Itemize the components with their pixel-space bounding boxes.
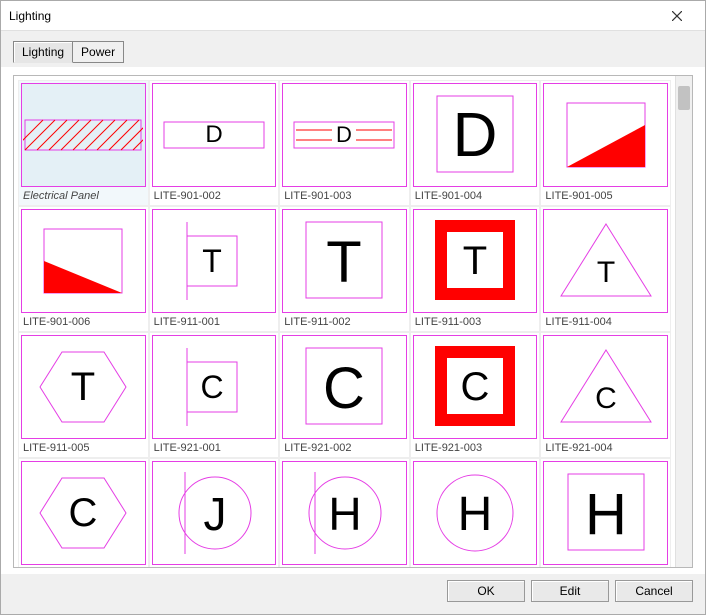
svg-text:D: D (337, 122, 353, 147)
symbol-cell[interactable]: C LITE-921-002 (279, 332, 410, 458)
svg-text:H: H (329, 488, 362, 540)
symbol-thumb: D (413, 83, 538, 187)
symbol-label: Electrical Panel (21, 189, 146, 203)
symbol-cell[interactable]: C LITE-921-005 (18, 458, 149, 567)
svg-text:T: T (463, 239, 487, 283)
svg-text:C: C (69, 491, 98, 535)
symbol-label: LITE-901-003 (282, 189, 407, 203)
symbol-cell[interactable]: H LITE-931-003 (410, 458, 541, 567)
symbol-thumb: C (21, 461, 146, 565)
vertical-scrollbar[interactable] (675, 76, 692, 567)
symbol-label: LITE-921-004 (543, 441, 668, 455)
symbol-grid: Electrical Panel D LITE-901-002 D LITE-9… (18, 80, 671, 567)
symbol-cell[interactable]: T LITE-911-001 (149, 206, 280, 332)
symbol-cell[interactable]: LITE-901-006 (18, 206, 149, 332)
titlebar: Lighting (1, 1, 705, 31)
symbol-thumb: C (543, 335, 668, 439)
symbol-cell[interactable]: H LITE-931-002 (279, 458, 410, 567)
symbol-cell[interactable]: C LITE-921-004 (540, 332, 671, 458)
grid-wrap: Electrical Panel D LITE-901-002 D LITE-9… (14, 76, 675, 567)
symbol-thumb: T (413, 209, 538, 313)
window-title: Lighting (9, 9, 657, 23)
symbol-thumb: C (152, 335, 277, 439)
symbol-thumb: C (282, 335, 407, 439)
symbol-thumb (543, 83, 668, 187)
symbol-label: LITE-911-005 (21, 441, 146, 455)
symbol-thumb: D (282, 83, 407, 187)
tab-strip: Lighting Power (1, 31, 705, 67)
svg-text:T: T (597, 256, 615, 289)
symbol-gallery: Electrical Panel D LITE-901-002 D LITE-9… (13, 75, 693, 568)
symbol-label: LITE-911-002 (282, 315, 407, 329)
svg-text:H: H (458, 488, 493, 541)
symbol-label: LITE-911-003 (413, 315, 538, 329)
close-icon (672, 11, 682, 21)
symbol-thumb: T (282, 209, 407, 313)
dialog-window: Lighting Lighting Power Electrical Panel… (0, 0, 706, 615)
tab-power[interactable]: Power (72, 41, 124, 63)
symbol-thumb: H (543, 461, 668, 565)
symbol-cell[interactable]: D LITE-901-004 (410, 80, 541, 206)
symbol-cell[interactable]: Electrical Panel (18, 80, 149, 206)
symbol-label: LITE-901-004 (413, 189, 538, 203)
dialog-buttons: OK Edit Cancel (1, 574, 705, 614)
scroll-thumb[interactable] (678, 86, 690, 110)
svg-text:D: D (453, 101, 498, 170)
symbol-thumb: J (152, 461, 277, 565)
tab-lighting[interactable]: Lighting (13, 41, 73, 63)
symbol-label: LITE-901-005 (543, 189, 668, 203)
edit-button[interactable]: Edit (531, 580, 609, 602)
symbol-cell[interactable]: H LITE-931-004 (540, 458, 671, 567)
symbol-cell[interactable]: T LITE-911-003 (410, 206, 541, 332)
svg-text:J: J (203, 488, 226, 540)
svg-text:C: C (461, 365, 490, 409)
symbol-thumb: H (282, 461, 407, 565)
symbol-cell[interactable]: LITE-901-005 (540, 80, 671, 206)
svg-text:D: D (205, 121, 222, 148)
symbol-cell[interactable]: D LITE-901-002 (149, 80, 280, 206)
cancel-button[interactable]: Cancel (615, 580, 693, 602)
close-button[interactable] (657, 2, 697, 30)
svg-text:H: H (585, 482, 627, 547)
symbol-cell[interactable]: J LITE-931-001 (149, 458, 280, 567)
symbol-thumb: C (413, 335, 538, 439)
symbol-cell[interactable]: C LITE-921-003 (410, 332, 541, 458)
symbol-thumb: T (21, 335, 146, 439)
symbol-label: LITE-921-002 (282, 441, 407, 455)
symbol-cell[interactable]: T LITE-911-005 (18, 332, 149, 458)
symbol-label: LITE-921-001 (152, 441, 277, 455)
svg-text:C: C (200, 369, 223, 405)
symbol-thumb (21, 83, 146, 187)
symbol-label: LITE-901-006 (21, 315, 146, 329)
symbol-cell[interactable]: C LITE-921-001 (149, 332, 280, 458)
symbol-label: LITE-901-002 (152, 189, 277, 203)
symbol-cell[interactable]: T LITE-911-002 (279, 206, 410, 332)
svg-text:C: C (595, 382, 617, 415)
svg-text:C: C (324, 356, 366, 421)
symbol-thumb: D (152, 83, 277, 187)
svg-text:T: T (71, 365, 95, 409)
symbol-label: LITE-911-001 (152, 315, 277, 329)
ok-button[interactable]: OK (447, 580, 525, 602)
symbol-label: LITE-921-003 (413, 441, 538, 455)
symbol-thumb: T (543, 209, 668, 313)
symbol-cell[interactable]: T LITE-911-004 (540, 206, 671, 332)
symbol-label: LITE-911-004 (543, 315, 668, 329)
svg-text:T: T (202, 243, 222, 279)
symbol-cell[interactable]: D LITE-901-003 (279, 80, 410, 206)
svg-text:T: T (327, 230, 362, 295)
symbol-thumb: T (152, 209, 277, 313)
symbol-thumb: H (413, 461, 538, 565)
symbol-thumb (21, 209, 146, 313)
